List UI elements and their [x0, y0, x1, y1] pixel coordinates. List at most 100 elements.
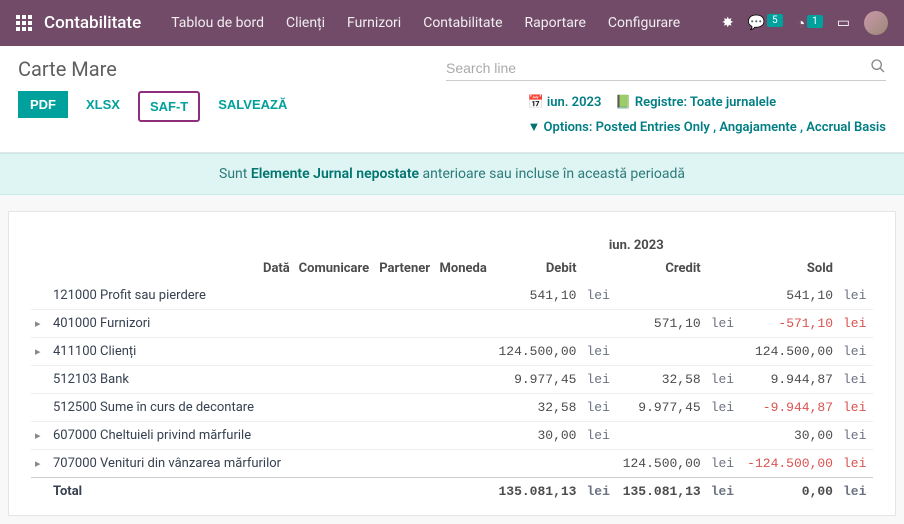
- col-cur: Moneda: [436, 255, 493, 282]
- info-ribbon[interactable]: Sunt Elemente Jurnal nepostate anterioar…: [0, 153, 904, 195]
- currency: [705, 338, 741, 366]
- bug-icon[interactable]: ✸: [722, 15, 734, 31]
- currency: lei: [580, 282, 616, 310]
- balance-value: 124.500,00: [741, 338, 837, 366]
- activity-icon[interactable]: ◔1: [797, 15, 823, 32]
- save-button[interactable]: SALVEAZĂ: [208, 91, 297, 118]
- account-name: 512103 Bank: [49, 366, 492, 394]
- brand-title: Contabilitate: [44, 13, 141, 33]
- period-value: iun. 2023: [547, 95, 602, 110]
- currency: lei: [705, 450, 741, 478]
- options-label: Options:: [544, 120, 593, 135]
- avatar[interactable]: [864, 11, 888, 35]
- debit-value: [492, 450, 580, 478]
- table-row[interactable]: 401000 Furnizori571,10lei-571,10lei: [31, 310, 873, 338]
- debit-value: 32,58: [492, 394, 580, 422]
- debit-value: 541,10: [492, 282, 580, 310]
- credit-value: 32,58: [616, 366, 704, 394]
- currency: lei: [837, 310, 873, 338]
- options-value: Posted Entries Only , Angajamente , Accr…: [596, 120, 886, 135]
- caret-icon[interactable]: [35, 316, 41, 331]
- credit-value: [616, 282, 704, 310]
- menu-item[interactable]: Configurare: [598, 9, 690, 37]
- col-part: Partener: [375, 255, 435, 282]
- col-data: Dată: [259, 255, 295, 282]
- balance-value: -124.500,00: [741, 450, 837, 478]
- debit-value: 9.977,45: [492, 366, 580, 394]
- report-card: iun. 2023 Dată Comunicare Partener Moned…: [8, 211, 896, 516]
- credit-value: 124.500,00: [616, 450, 704, 478]
- period-filter[interactable]: 📅 iun. 2023: [527, 91, 601, 116]
- currency: lei: [580, 394, 616, 422]
- journals-label: Registre:: [635, 95, 687, 110]
- search-input[interactable]: [446, 56, 870, 80]
- main-menu: Tablou de bord Clienți Furnizori Contabi…: [161, 9, 690, 37]
- currency: lei: [837, 450, 873, 478]
- tablet-icon[interactable]: ▭: [837, 15, 850, 31]
- debit-value: 30,00: [492, 422, 580, 450]
- search-icon[interactable]: [870, 58, 886, 78]
- total-credit: 135.081,13: [616, 478, 704, 506]
- journals-value: Toate jurnalele: [690, 95, 776, 110]
- balance-value: 30,00: [741, 422, 837, 450]
- total-debit: 135.081,13: [492, 478, 580, 506]
- col-sold: Sold: [741, 255, 837, 282]
- table-row[interactable]: 512103 Bank9.977,45lei32,58lei9.944,87le…: [31, 366, 873, 394]
- caret-icon[interactable]: [35, 428, 41, 443]
- search-bar[interactable]: [446, 56, 886, 81]
- options-filter[interactable]: ▼ Options: Posted Entries Only , Angajam…: [527, 116, 886, 141]
- xlsx-button[interactable]: XLSX: [76, 91, 130, 118]
- pdf-button[interactable]: PDF: [18, 91, 68, 118]
- caret-icon[interactable]: [35, 456, 41, 471]
- balance-value: -571,10: [741, 310, 837, 338]
- col-com: Comunicare: [295, 255, 376, 282]
- currency: lei: [837, 394, 873, 422]
- caret-icon[interactable]: [35, 344, 41, 359]
- currency: lei: [580, 422, 616, 450]
- total-balance: 0,00: [741, 478, 837, 506]
- saft-button[interactable]: SAF-T: [138, 91, 200, 122]
- ribbon-text: anterioare sau incluse în această perioa…: [419, 166, 685, 182]
- menu-item[interactable]: Contabilitate: [413, 9, 512, 37]
- currency: [705, 422, 741, 450]
- currency: lei: [837, 282, 873, 310]
- credit-value: [616, 338, 704, 366]
- apps-icon[interactable]: [16, 15, 32, 31]
- table-row[interactable]: 121000 Profit sau pierdere541,10lei541,1…: [31, 282, 873, 310]
- currency: [705, 282, 741, 310]
- table-row[interactable]: 512500 Sume în curs de decontare32,58lei…: [31, 394, 873, 422]
- table-row[interactable]: 607000 Cheltuieli privind mărfurile30,00…: [31, 422, 873, 450]
- currency: lei: [580, 366, 616, 394]
- book-icon: 📗: [615, 95, 631, 110]
- filters: 📅 iun. 2023 📗 Registre: Toate jurnalele …: [527, 91, 886, 140]
- journals-filter[interactable]: 📗 Registre: Toate jurnalele: [615, 91, 776, 116]
- systray: ✸ 💬5 ◔1 ▭: [722, 11, 888, 35]
- menu-item[interactable]: Furnizori: [337, 9, 411, 37]
- debit-value: [492, 310, 580, 338]
- table-row[interactable]: 707000 Venituri din vânzarea mărfurilor1…: [31, 450, 873, 478]
- period-header: iun. 2023: [436, 232, 837, 255]
- currency: lei: [705, 310, 741, 338]
- menu-item[interactable]: Raportare: [515, 9, 596, 37]
- account-name: 121000 Profit sau pierdere: [49, 282, 492, 310]
- account-name: 607000 Cheltuieli privind mărfurile: [49, 422, 492, 450]
- gl-table: iun. 2023 Dată Comunicare Partener Moned…: [31, 232, 873, 505]
- control-panel: Carte Mare PDF XLSX SAF-T SALVEAZĂ 📅 iun…: [0, 46, 904, 153]
- messages-icon[interactable]: 💬5: [748, 15, 783, 31]
- page-title: Carte Mare: [18, 57, 117, 81]
- currency: lei: [837, 366, 873, 394]
- credit-value: [616, 422, 704, 450]
- currency: lei: [705, 366, 741, 394]
- menu-item[interactable]: Tablou de bord: [161, 9, 274, 37]
- currency: lei: [837, 338, 873, 366]
- account-name: 401000 Furnizori: [49, 310, 492, 338]
- menu-item[interactable]: Clienți: [276, 9, 335, 37]
- top-nav: Contabilitate Tablou de bord Clienți Fur…: [0, 0, 904, 46]
- col-debit: Debit: [492, 255, 580, 282]
- currency: [580, 450, 616, 478]
- currency: [580, 310, 616, 338]
- table-row[interactable]: 411100 Clienți124.500,00lei124.500,00lei: [31, 338, 873, 366]
- account-name: 512500 Sume în curs de decontare: [49, 394, 492, 422]
- balance-value: 9.944,87: [741, 366, 837, 394]
- credit-value: 571,10: [616, 310, 704, 338]
